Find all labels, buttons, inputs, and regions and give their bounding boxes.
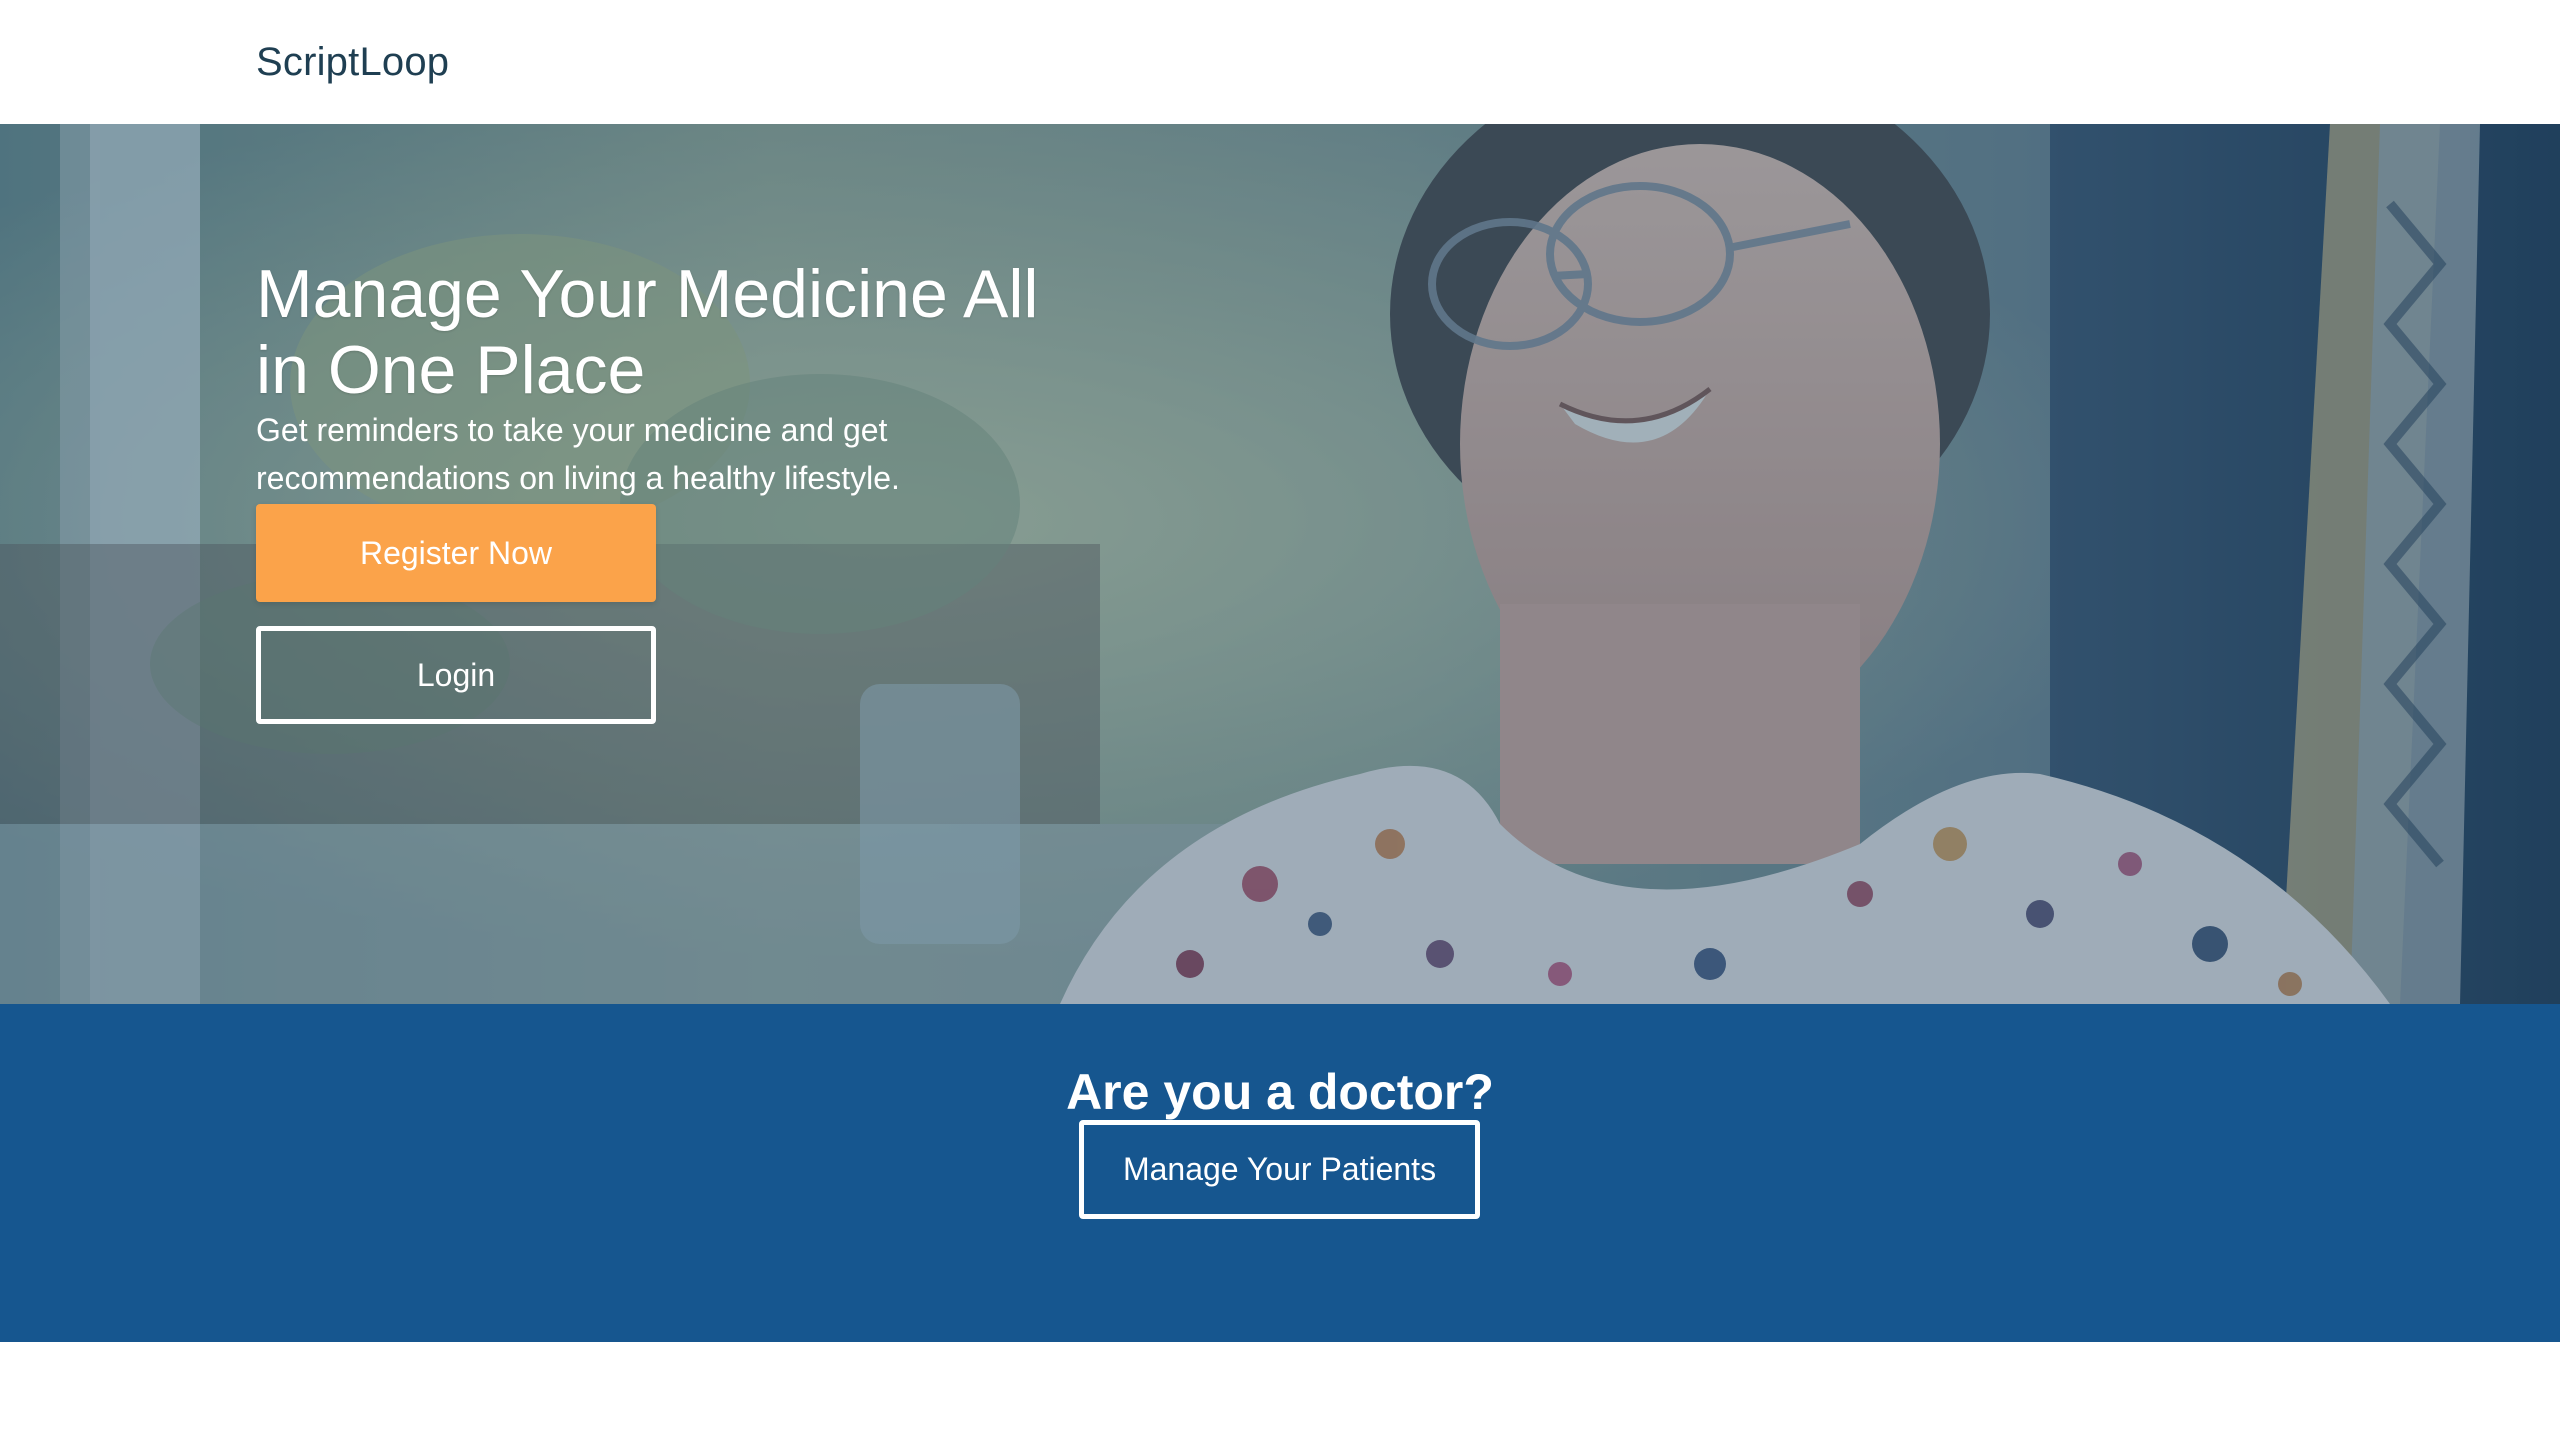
login-button[interactable]: Login xyxy=(256,626,656,724)
hero-title: Manage Your Medicine All in One Place xyxy=(256,256,1039,408)
manage-your-patients-label: Manage Your Patients xyxy=(1122,1151,1437,1187)
doctor-cta-section: Are you a doctor? Manage Your Patients xyxy=(0,1004,2560,1342)
brand-logo[interactable]: ScriptLoop xyxy=(256,38,449,86)
hero-subtitle: Get reminders to take your medicine and … xyxy=(256,412,900,496)
doctor-heading: Are you a doctor? xyxy=(1066,1064,1494,1120)
hero-section: Manage Your Medicine All in One Place Ge… xyxy=(0,124,2560,1004)
manage-your-patients-button[interactable]: Manage Your Patients xyxy=(1079,1120,1480,1219)
top-navbar: ScriptLoop xyxy=(0,0,2560,124)
login-label: Login xyxy=(416,656,496,693)
register-now-button[interactable]: Register Now xyxy=(256,504,656,602)
register-now-label: Register Now xyxy=(359,534,553,571)
